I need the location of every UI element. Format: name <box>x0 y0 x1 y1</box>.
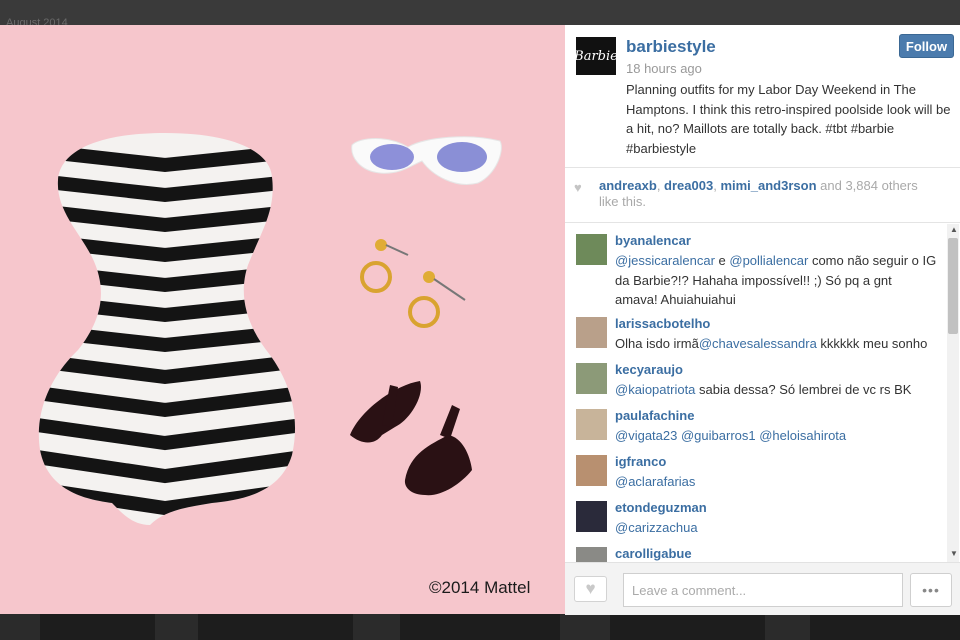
commenter-avatar[interactable] <box>576 317 607 348</box>
comment-text: @jessicaralencar e @pollialencar como nã… <box>615 251 937 310</box>
likes-count: 3,884 <box>845 178 878 193</box>
comment-text: @kaiopatriota sabia dessa? Só lembrei de… <box>615 380 937 400</box>
commenter-username[interactable]: etondeguzman <box>615 500 707 515</box>
comment-bar: ♥ ••• <box>565 562 960 615</box>
mention-link[interactable]: @heloisahirota <box>759 428 846 443</box>
comment-text: @carizzachua <box>615 518 937 538</box>
thumbnail <box>198 614 353 640</box>
arrow-up-icon[interactable]: ▲ <box>950 225 958 234</box>
post-caption: Planning outfits for my Labor Day Weeken… <box>626 82 951 156</box>
photo-illustration <box>38 133 502 525</box>
comment-text: @vigata23 @guibarros1 @heloisahirota <box>615 426 937 446</box>
comment-input[interactable] <box>623 573 903 607</box>
commenter-avatar[interactable] <box>576 409 607 440</box>
commenter-avatar[interactable] <box>576 455 607 486</box>
thumbnail <box>400 614 560 640</box>
post-timestamp: 18 hours ago <box>626 61 702 76</box>
likes-summary: andreaxb, drea003, mimi_and3rson and 3,8… <box>599 178 918 209</box>
thumbnail <box>40 614 155 640</box>
commenter-username[interactable]: carolligabue <box>615 546 692 561</box>
earrings <box>360 239 466 328</box>
post-side-panel: Barbie barbiestyle 18 hours ago Planning… <box>565 25 960 615</box>
heart-icon: ♥ <box>574 180 582 195</box>
divider <box>565 167 960 168</box>
page-header-behind-overlay: August 2014 <box>0 0 960 29</box>
mention-link[interactable]: @jessicaralencar <box>615 253 715 268</box>
comment-fragment: sabia dessa? Só lembrei de vc rs BK <box>695 382 912 397</box>
commenter-avatar[interactable] <box>576 363 607 394</box>
more-options-button[interactable]: ••• <box>910 573 952 607</box>
arrow-down-icon[interactable]: ▼ <box>950 549 958 558</box>
commenter-avatar[interactable] <box>576 547 607 562</box>
commenter-username[interactable]: kecyaraujo <box>615 362 683 377</box>
liker-link[interactable]: drea003 <box>664 178 713 193</box>
sunglasses <box>351 136 502 185</box>
heeled-shoes <box>350 381 472 496</box>
commenter-username[interactable]: byanalencar <box>615 233 691 248</box>
avatar[interactable]: Barbie <box>574 37 618 75</box>
commenter-username[interactable]: paulafachine <box>615 408 694 423</box>
photo-copyright: ©2014 Mattel <box>429 578 531 597</box>
mention-link[interactable]: @kaiopatriota <box>615 382 695 397</box>
commenter-username[interactable]: larissacbotelho <box>615 316 710 331</box>
comment-text: Olha isdo irmã@chavesalessandra kkkkkk m… <box>615 334 937 354</box>
comment-text: @aclarafarias <box>615 472 937 492</box>
thumbnail <box>610 614 765 640</box>
background-thumbnail-strip <box>0 614 960 640</box>
post-photo: ©2014 Mattel <box>0 25 565 614</box>
comment-fragment: Olha isdo irmã <box>615 336 699 351</box>
mention-link[interactable]: @guibarros1 <box>681 428 756 443</box>
heart-icon: ♥ <box>585 579 596 598</box>
thumbnail <box>810 614 960 640</box>
commenter-avatar[interactable] <box>576 501 607 532</box>
post-modal: ©2014 Mattel Barbie barbiestyle 18 hours… <box>0 25 960 615</box>
mention-link[interactable]: @carizzachua <box>615 520 698 535</box>
commenter-avatar[interactable] <box>576 234 607 265</box>
follow-button[interactable]: Follow <box>899 34 954 58</box>
commenter-username[interactable]: igfranco <box>615 454 666 469</box>
like-button[interactable]: ♥ <box>574 576 607 602</box>
liker-link[interactable]: andreaxb <box>599 178 657 193</box>
comment-list[interactable]: byanalencar @jessicaralencar e @pollialen… <box>565 223 945 562</box>
comment-fragment: kkkkkk meu sonho <box>816 336 928 351</box>
scrollbar-thumb[interactable] <box>948 238 958 334</box>
mention-link[interactable]: @vigata23 <box>615 428 677 443</box>
comment-fragment: e <box>714 253 730 268</box>
mention-link[interactable]: @pollialencar <box>729 253 808 268</box>
striped-swimsuit <box>38 133 296 525</box>
liker-link[interactable]: mimi_and3rson <box>720 178 816 193</box>
post-username[interactable]: barbiestyle <box>626 37 716 57</box>
mention-link[interactable]: @chavesalessandra <box>699 336 817 351</box>
mention-link[interactable]: @aclarafarias <box>615 474 695 489</box>
more-options-icon: ••• <box>922 582 940 598</box>
